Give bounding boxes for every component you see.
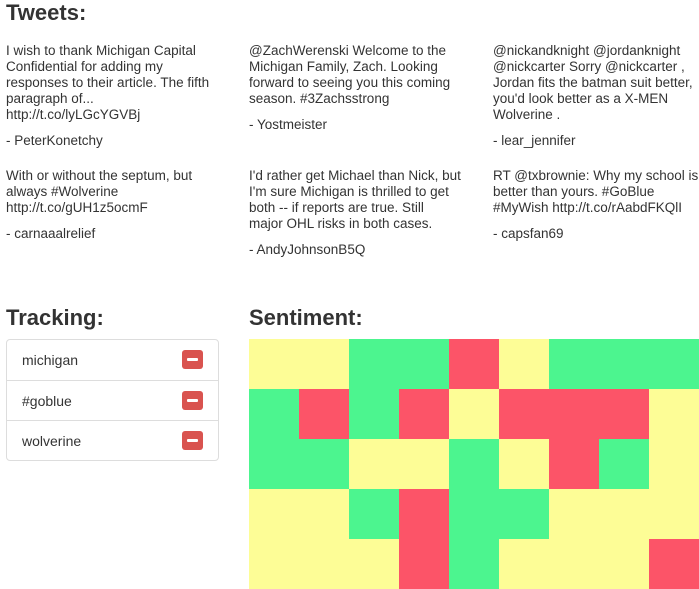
sentiment-cell-negative xyxy=(599,389,649,439)
tweet-text: RT @txbrownie: Why my school is better t… xyxy=(493,168,699,215)
tracking-list: michigan #goblue wolverine xyxy=(6,339,219,461)
tracking-heading: Tracking: xyxy=(6,305,104,330)
sentiment-cell-positive xyxy=(499,489,549,539)
tracking-item-label: #goblue xyxy=(22,393,72,409)
sentiment-cell-positive xyxy=(249,439,299,489)
tweet-author: - PeterKonetchy xyxy=(6,133,103,148)
sentiment-cell-negative xyxy=(399,389,449,439)
tracking-item: wolverine xyxy=(7,420,218,460)
sentiment-cell-neutral xyxy=(349,439,399,489)
tweet-text: With or without the septum, but always #… xyxy=(6,168,193,215)
sentiment-cell-neutral xyxy=(399,439,449,489)
sentiment-cell-positive xyxy=(349,389,399,439)
sentiment-cell-positive xyxy=(449,489,499,539)
tweet-text: @nickandknight @jordanknight @nickcarter… xyxy=(493,43,693,122)
sentiment-cell-neutral xyxy=(499,439,549,489)
minus-icon xyxy=(187,439,198,442)
tweet-author: - Yostmeister xyxy=(249,117,328,132)
tracking-item: #goblue xyxy=(7,380,218,420)
sentiment-cell-neutral xyxy=(249,489,299,539)
sentiment-cell-positive xyxy=(349,339,399,389)
sentiment-cell-positive xyxy=(649,339,699,389)
sentiment-cell-negative xyxy=(449,339,499,389)
sentiment-cell-positive xyxy=(599,439,649,489)
sentiment-cell-neutral xyxy=(499,539,549,589)
tweet-card: I wish to thank Michigan Capital Confide… xyxy=(6,43,218,149)
sentiment-cell-neutral xyxy=(499,339,549,389)
tweet-card: I'd rather get Michael than Nick, but I'… xyxy=(249,168,461,258)
sentiment-cell-neutral xyxy=(549,489,599,539)
sentiment-cell-negative xyxy=(549,389,599,439)
tweet-author: - AndyJohnsonB5Q xyxy=(249,242,366,257)
sentiment-cell-neutral xyxy=(649,389,699,439)
sentiment-cell-positive xyxy=(299,439,349,489)
sentiment-cell-neutral xyxy=(249,539,299,589)
tweet-text: I wish to thank Michigan Capital Confide… xyxy=(6,43,210,122)
sentiment-cell-neutral xyxy=(599,489,649,539)
sentiment-cell-positive xyxy=(599,339,649,389)
sentiment-cell-neutral xyxy=(299,489,349,539)
remove-button[interactable] xyxy=(182,350,203,369)
tweet-card: @nickandknight @jordanknight @nickcarter… xyxy=(493,43,699,149)
minus-icon xyxy=(187,399,198,402)
sentiment-cell-neutral xyxy=(349,539,399,589)
tracking-item-label: wolverine xyxy=(22,433,82,449)
tracking-item: michigan xyxy=(7,340,218,380)
tweet-author: - capsfan69 xyxy=(493,226,564,241)
sentiment-cell-negative xyxy=(399,539,449,589)
sentiment-cell-positive xyxy=(399,339,449,389)
sentiment-cell-neutral xyxy=(299,339,349,389)
tweet-card: @ZachWerenski Welcome to the Michigan Fa… xyxy=(249,43,461,133)
sentiment-cell-neutral xyxy=(599,539,649,589)
sentiment-cell-positive xyxy=(449,439,499,489)
tweet-text: I'd rather get Michael than Nick, but I'… xyxy=(249,168,461,231)
tweet-card: RT @txbrownie: Why my school is better t… xyxy=(493,168,699,242)
remove-button[interactable] xyxy=(182,431,203,450)
tweet-author: - carnaaalrelief xyxy=(6,226,96,241)
sentiment-cell-negative xyxy=(549,439,599,489)
sentiment-cell-negative xyxy=(499,389,549,439)
sentiment-cell-positive xyxy=(549,339,599,389)
sentiment-cell-negative xyxy=(649,539,699,589)
sentiment-cell-neutral xyxy=(249,339,299,389)
sentiment-cell-neutral xyxy=(449,389,499,439)
tracking-item-label: michigan xyxy=(22,352,79,368)
sentiment-heading: Sentiment: xyxy=(249,305,363,330)
sentiment-cell-positive xyxy=(249,389,299,439)
tweet-card: With or without the septum, but always #… xyxy=(6,168,218,242)
sentiment-cell-negative xyxy=(299,389,349,439)
remove-button[interactable] xyxy=(182,391,203,410)
sentiment-cell-neutral xyxy=(299,539,349,589)
sentiment-cell-positive xyxy=(449,539,499,589)
sentiment-grid xyxy=(249,339,699,589)
sentiment-cell-negative xyxy=(399,489,449,539)
tweet-text: @ZachWerenski Welcome to the Michigan Fa… xyxy=(249,43,451,106)
tweet-author: - lear_jennifer xyxy=(493,133,576,148)
tweets-heading: Tweets: xyxy=(6,0,87,25)
sentiment-cell-neutral xyxy=(649,439,699,489)
minus-icon xyxy=(187,358,198,361)
sentiment-cell-neutral xyxy=(549,539,599,589)
sentiment-cell-neutral xyxy=(649,489,699,539)
sentiment-cell-positive xyxy=(349,489,399,539)
